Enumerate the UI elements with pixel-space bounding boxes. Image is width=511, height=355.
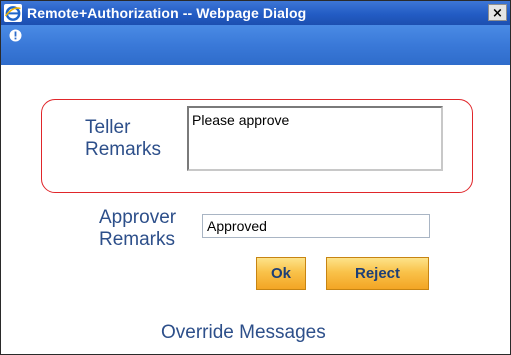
ok-button[interactable]: Ok: [256, 257, 306, 290]
teller-remarks-textarea[interactable]: Please approve: [187, 106, 443, 171]
internet-explorer-icon: [4, 4, 22, 22]
override-messages-link[interactable]: Override Messages: [161, 321, 326, 345]
info-icon[interactable]: [9, 29, 22, 42]
approver-label-line2: Remarks: [99, 229, 176, 250]
info-bar: [1, 25, 510, 65]
reject-button[interactable]: Reject: [326, 257, 429, 290]
teller-remarks-label: Teller Remarks: [85, 117, 161, 161]
approver-label-line1: Approver: [99, 207, 177, 228]
approver-remarks-input[interactable]: [202, 214, 430, 238]
title-bar[interactable]: Remote+Authorization -- Webpage Dialog ×: [1, 1, 510, 25]
dialog-window: Remote+Authorization -- Webpage Dialog ×…: [0, 0, 511, 355]
close-button[interactable]: ×: [488, 4, 507, 21]
teller-label-line2: Remarks: [85, 139, 162, 160]
window-title: Remote+Authorization -- Webpage Dialog: [27, 5, 307, 21]
approver-remarks-label: Approver Remarks: [99, 207, 176, 251]
teller-label-line1: Teller: [85, 117, 131, 138]
